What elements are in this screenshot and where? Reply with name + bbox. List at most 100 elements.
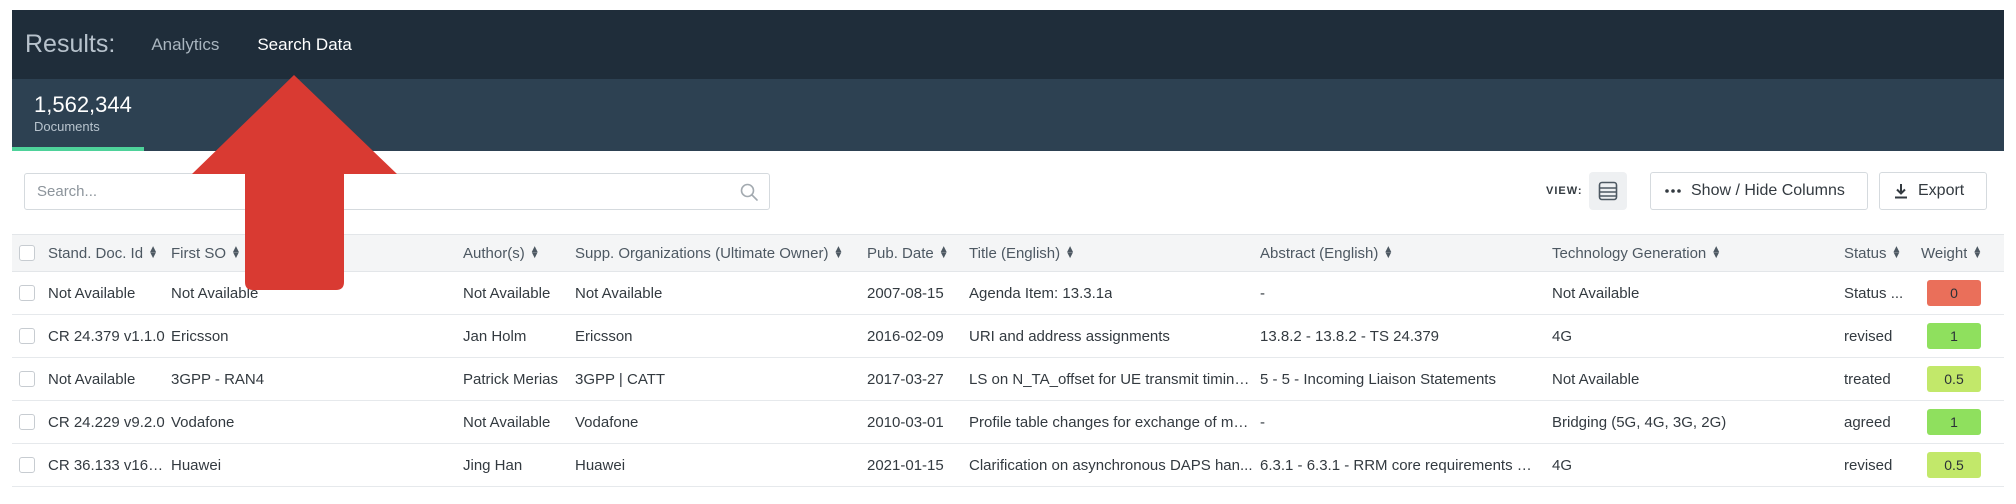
table-row[interactable]: CR 24.379 v1.1.0 Ericsson Jan Holm Erics…	[12, 315, 2004, 358]
title-cell: Profile table changes for exchange of me…	[969, 413, 1253, 431]
view-label: VIEW:	[1546, 185, 1583, 197]
tech-gen-cell: Not Available	[1552, 370, 1640, 388]
doc-id-cell: CR 24.379 v1.1.0	[48, 327, 165, 345]
tech-gen-cell: 4G	[1552, 456, 1573, 474]
show-hide-columns-button[interactable]: Show / Hide Columns	[1650, 172, 1868, 210]
doc-id-cell: Not Available	[48, 284, 136, 302]
pub-date-cell: 2016-02-09	[867, 327, 944, 345]
status-cell: revised	[1844, 327, 1893, 345]
sort-icon: ▲ ▼	[1891, 244, 1902, 261]
supp-org-cell: Huawei	[575, 456, 626, 474]
tech-gen-cell: Not Available	[1552, 284, 1640, 302]
select-all-checkbox[interactable]	[19, 245, 35, 261]
list-view-button[interactable]	[1589, 172, 1627, 210]
export-label: Export	[1918, 182, 1965, 199]
column-header-label: Supp. Organizations (Ultimate Owner)	[575, 244, 829, 262]
column-header-label: Author(s)	[463, 244, 525, 262]
column-header[interactable]: Supp. Organizations (Ultimate Owner) ▲ ▼	[575, 235, 845, 271]
pub-date-cell: 2021-01-15	[867, 456, 944, 474]
sort-icon: ▲ ▼	[833, 244, 844, 261]
title-cell: URI and address assignments	[969, 327, 1170, 345]
top-navigation: Results: Analytics Search Data	[12, 10, 2004, 79]
more-dots-icon	[1665, 189, 1681, 193]
row-checkbox[interactable]	[19, 371, 35, 387]
authors-cell: Not Available	[463, 413, 551, 431]
abstract-cell: -	[1260, 413, 1265, 431]
documents-stat[interactable]: 1,562,344 Documents	[12, 79, 144, 151]
column-header-label: Stand. Doc. Id	[48, 244, 144, 262]
results-panel: Results: Analytics Search Data 1,562,344…	[12, 10, 2004, 500]
authors-cell: Jan Holm	[463, 327, 527, 345]
sort-icon: ▲ ▼	[1383, 244, 1394, 261]
doc-id-cell: CR 36.133 v16.9.0	[48, 456, 166, 474]
download-icon	[1894, 183, 1908, 199]
column-header[interactable]: First SO ▲ ▼	[171, 235, 251, 271]
documents-count: 1,562,344	[34, 92, 132, 117]
results-heading: Results:	[25, 30, 116, 58]
search-input[interactable]	[35, 174, 739, 209]
pub-date-cell: 2007-08-15	[867, 284, 944, 302]
weight-badge: 0.5	[1927, 452, 1981, 478]
row-checkbox[interactable]	[19, 328, 35, 344]
table-row[interactable]: CR 36.133 v16.9.0 Huawei Jing Han Huawei…	[12, 444, 2004, 487]
column-header[interactable]: Weight ▲ ▼	[1921, 235, 1991, 271]
weight-cell: 1	[1927, 315, 1989, 357]
abstract-cell: 6.3.1 - 6.3.1 - RRM core requirements ma…	[1260, 456, 1544, 474]
stats-band: 1,562,344 Documents	[12, 79, 2004, 151]
abstract-cell: -	[1260, 284, 1265, 302]
supp-org-cell: 3GPP | CATT	[575, 370, 666, 388]
row-checkbox[interactable]	[19, 285, 35, 301]
authors-cell: Not Available	[463, 284, 551, 302]
title-cell: Agenda Item: 13.3.1a	[969, 284, 1113, 302]
first-so-cell: Vodafone	[171, 413, 235, 431]
weight-badge: 1	[1927, 409, 1981, 435]
column-header[interactable]: Technology Generation ▲ ▼	[1552, 235, 1732, 271]
first-so-cell: 3GPP - RAN4	[171, 370, 265, 388]
table-header: Stand. Doc. Id ▲ ▼ First SO ▲ ▼ Author(s) ▲ ▼ …	[12, 234, 2004, 272]
documents-label: Documents	[34, 119, 100, 134]
row-checkbox[interactable]	[19, 457, 35, 473]
first-so-cell: Not Available	[171, 284, 259, 302]
column-header[interactable]: Pub. Date ▲ ▼	[867, 235, 957, 271]
column-header[interactable]: Author(s) ▲ ▼	[463, 235, 553, 271]
status-cell: Status ...	[1844, 284, 1904, 302]
column-header[interactable]: Stand. Doc. Id ▲ ▼	[48, 235, 158, 271]
list-view-icon	[1598, 181, 1618, 201]
tab-search-data[interactable]: Search Data	[257, 35, 352, 55]
sort-icon: ▲ ▼	[529, 244, 540, 261]
sort-icon: ▲ ▼	[231, 244, 241, 261]
supp-org-cell: Vodafone	[575, 413, 639, 431]
weight-badge: 0.5	[1927, 366, 1981, 392]
sort-icon: ▲ ▼	[1065, 244, 1076, 261]
export-button[interactable]: Export	[1879, 172, 1987, 210]
show-hide-columns-label: Show / Hide Columns	[1691, 182, 1845, 199]
supp-org-cell: Not Available	[575, 284, 663, 302]
column-header-label: Pub. Date	[867, 244, 934, 262]
column-header-label: Abstract (English)	[1260, 244, 1379, 262]
tab-analytics[interactable]: Analytics	[151, 35, 219, 55]
title-cell: Clarification on asynchronous DAPS han..…	[969, 456, 1253, 474]
table-row[interactable]: CR 24.229 v9.2.0 Vodafone Not Available …	[12, 401, 2004, 444]
sort-icon: ▲ ▼	[148, 244, 158, 261]
search-icon[interactable]	[739, 182, 759, 202]
first-so-cell: Ericsson	[171, 327, 229, 345]
search-box	[24, 173, 770, 210]
doc-id-cell: Not Available	[48, 370, 136, 388]
weight-cell: 0.5	[1927, 358, 1989, 400]
tech-gen-cell: 4G	[1552, 327, 1573, 345]
column-header[interactable]: Abstract (English) ▲ ▼	[1260, 235, 1410, 271]
status-cell: revised	[1844, 456, 1893, 474]
title-cell: LS on N_TA_offset for UE transmit timing…	[969, 370, 1253, 388]
doc-id-cell: CR 24.229 v9.2.0	[48, 413, 165, 431]
column-header[interactable]: Title (English) ▲ ▼	[969, 235, 1099, 271]
table-row[interactable]: Not Available 3GPP - RAN4 Patrick Merias…	[12, 358, 2004, 401]
column-header-label: Status	[1844, 244, 1887, 262]
sort-icon: ▲ ▼	[1972, 244, 1983, 261]
abstract-cell: 5 - 5 - Incoming Liaison Statements	[1260, 370, 1496, 388]
results-table: Stand. Doc. Id ▲ ▼ First SO ▲ ▼ Author(s) ▲ ▼ …	[12, 234, 2004, 487]
row-checkbox[interactable]	[19, 414, 35, 430]
column-header[interactable]: Status ▲ ▼	[1844, 235, 1914, 271]
supp-org-cell: Ericsson	[575, 327, 633, 345]
table-row[interactable]: Not Available Not Available Not Availabl…	[12, 272, 2004, 315]
column-header-label: First SO	[171, 244, 226, 262]
